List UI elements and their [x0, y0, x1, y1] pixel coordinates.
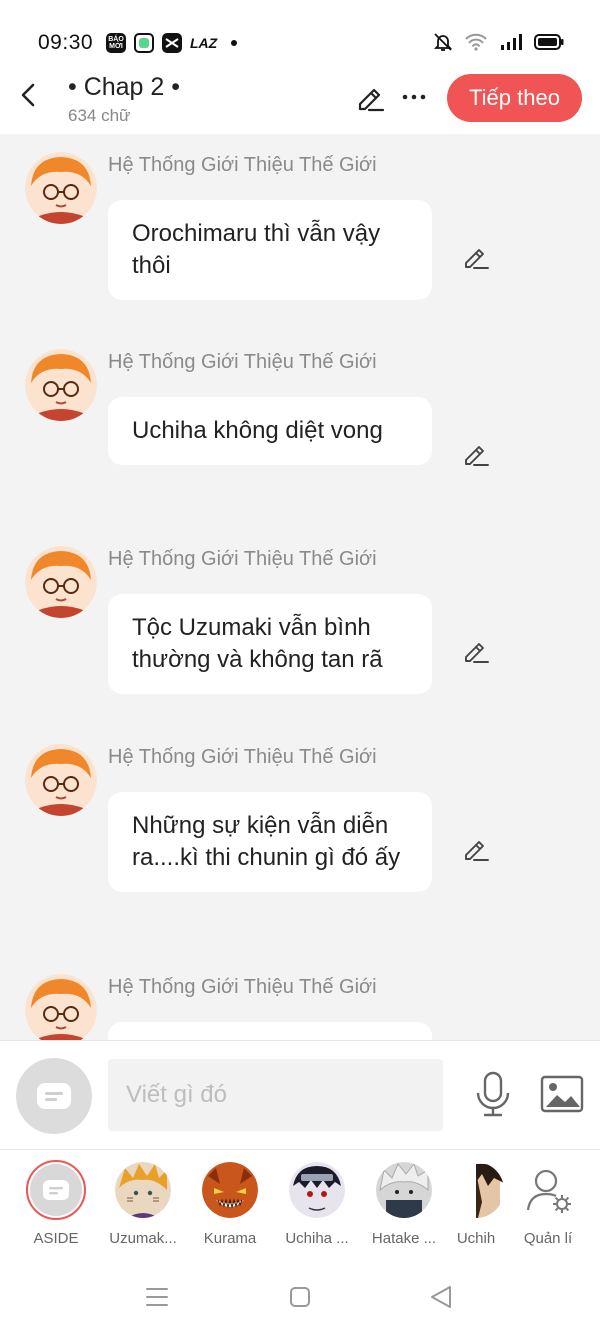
edit-chapter-button[interactable]: [354, 82, 386, 114]
system-status-icons: [434, 32, 564, 52]
message-bubble[interactable]: Orochimaru thì vẫn vậy thôi: [108, 200, 432, 300]
hatake-avatar: [376, 1162, 432, 1218]
green-app-icon: [134, 33, 154, 53]
word-count: 634 chữ: [68, 106, 131, 125]
message-bubble[interactable]: Tộc Uzumaki vẫn bình thường và không tan…: [108, 594, 432, 694]
character-hatake[interactable]: Hatake ...: [364, 1162, 444, 1247]
sender-name: Hệ Thống Giới Thiệu Thế Giới: [108, 746, 377, 768]
more-dots-icon: [402, 94, 426, 100]
message-bubble[interactable]: Uchiha không diệt vong: [108, 397, 432, 465]
system-navigation-bar: [0, 1260, 600, 1333]
image-icon: [540, 1075, 584, 1113]
narrator-avatar[interactable]: [25, 349, 97, 421]
message-input[interactable]: Viết gì đó: [108, 1059, 443, 1131]
character-kurama[interactable]: Kurama: [190, 1162, 270, 1247]
character-selector: ASIDE Uzumak... Kurama Uchiha ... Hatake: [0, 1150, 600, 1260]
back-button[interactable]: [14, 80, 44, 110]
character-label: Uzumak...: [109, 1230, 177, 1247]
chat-screen: 09:30 BÁO MỚI LAZ • Chap 2 • 634 chữ Tiế…: [0, 0, 600, 1333]
menu-lines-icon[interactable]: [145, 1286, 169, 1308]
narrator-avatar[interactable]: [25, 744, 97, 816]
narrator-avatar[interactable]: [25, 152, 97, 224]
narrator-avatar[interactable]: [25, 546, 97, 618]
battery-icon: [534, 34, 564, 50]
uzumaki-avatar: [115, 1162, 171, 1218]
pencil-icon: [465, 643, 489, 663]
message-box-icon: [37, 1083, 71, 1109]
message-box-icon: [43, 1180, 69, 1200]
edit-message-button[interactable]: [462, 638, 490, 666]
baomoi-app-icon: BÁO MỚI: [106, 33, 126, 53]
pencil-icon: [465, 249, 489, 269]
character-uchiha[interactable]: Uchiha ...: [277, 1162, 357, 1247]
back-triangle-icon[interactable]: [428, 1284, 454, 1310]
signal-icon: [501, 34, 522, 50]
microphone-icon: [476, 1071, 510, 1117]
pencil-icon: [358, 88, 385, 112]
character-label: Hatake ...: [371, 1230, 437, 1247]
narrator-avatar[interactable]: [25, 974, 97, 1040]
manage-icon-wrap: [520, 1162, 576, 1218]
aside-toggle-button[interactable]: [16, 1058, 92, 1134]
manage-characters-button[interactable]: Quản lí: [508, 1162, 588, 1247]
mute-bell-icon: [434, 33, 452, 51]
message-bubble[interactable]: Những sự kiện vẫn diễn ra....kì thi chun…: [108, 792, 432, 892]
user-settings-icon: [526, 1169, 571, 1213]
chapter-header: • Chap 2 • 634 chữ Tiếp theo: [0, 70, 600, 134]
capcut-app-icon: [162, 33, 182, 53]
sender-name: Hệ Thống Giới Thiệu Thế Giới: [108, 351, 377, 373]
character-label: Uchiha ...: [285, 1230, 349, 1247]
edit-message-button[interactable]: [462, 836, 490, 864]
pencil-icon: [465, 841, 489, 861]
lazada-app-icon: LAZ: [190, 35, 218, 51]
insert-image-button[interactable]: [540, 1075, 584, 1113]
status-time: 09:30: [38, 31, 94, 54]
character-label: ASIDE: [33, 1230, 79, 1247]
more-notifications-dot: [231, 40, 238, 46]
notification-icons: BÁO MỚI LAZ: [106, 33, 238, 53]
character-label: Quản lí: [523, 1230, 573, 1247]
edit-message-button[interactable]: [462, 244, 490, 272]
sender-name: Hệ Thống Giới Thiệu Thế Giới: [108, 154, 377, 176]
compose-bar: Viết gì đó: [0, 1040, 600, 1150]
character-uchih-partial[interactable]: Uchih: [436, 1162, 516, 1247]
sender-name: Hệ Thống Giới Thiệu Thế Giới: [108, 548, 377, 570]
chapter-title: • Chap 2 •: [68, 73, 181, 101]
pencil-icon: [465, 446, 489, 466]
character-uzumaki[interactable]: Uzumak...: [103, 1162, 183, 1247]
edit-message-button[interactable]: [462, 441, 490, 469]
character-label: Kurama: [203, 1230, 257, 1247]
uchih-avatar: [448, 1162, 504, 1218]
wifi-icon: [465, 33, 487, 51]
message-bubble[interactable]: [108, 1022, 432, 1040]
voice-input-button[interactable]: [474, 1071, 512, 1117]
sender-name: Hệ Thống Giới Thiệu Thế Giới: [108, 976, 377, 998]
next-button[interactable]: Tiếp theo: [447, 74, 582, 122]
uchiha-avatar: [289, 1162, 345, 1218]
message-list[interactable]: Hệ Thống Giới Thiệu Thế Giới Orochimaru …: [0, 134, 600, 1040]
character-aside[interactable]: ASIDE: [16, 1160, 96, 1247]
aside-avatar: [26, 1160, 86, 1220]
character-label: Uchih: [456, 1230, 496, 1247]
home-square-icon[interactable]: [288, 1285, 312, 1309]
more-options-button[interactable]: [400, 83, 428, 111]
kurama-avatar: [202, 1162, 258, 1218]
status-bar: 09:30 BÁO MỚI LAZ: [0, 0, 600, 70]
chevron-left-icon: [21, 83, 35, 107]
